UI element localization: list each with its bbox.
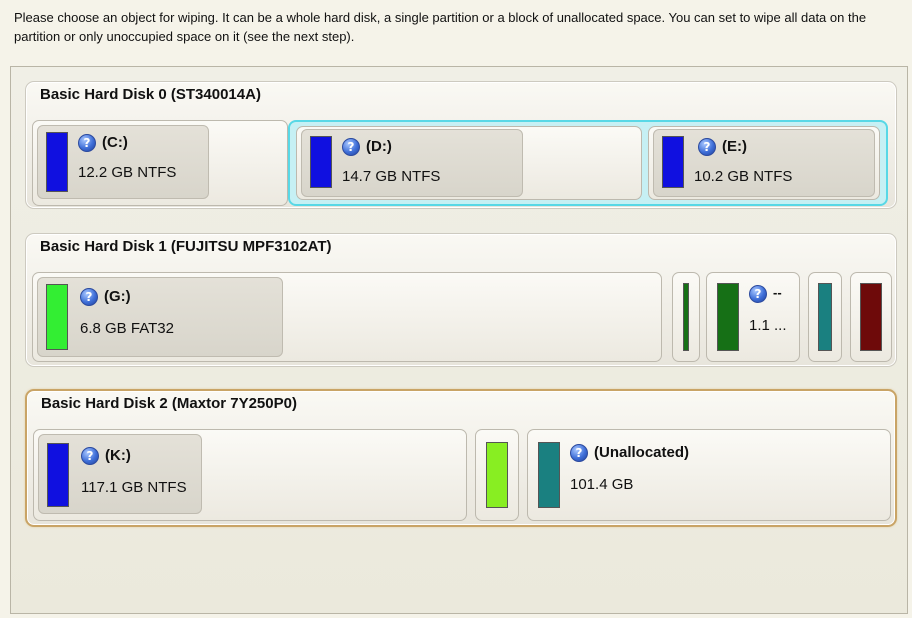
partition-slot-unallocated[interactable]: ? (Unallocated) 101.4 GB <box>527 429 891 521</box>
partition-label: (E:) <box>722 138 747 155</box>
partition-c[interactable]: ? (C:) 12.2 GB NTFS <box>37 125 209 199</box>
partition-slot-d[interactable]: ? (D:) 14.7 GB NTFS <box>296 126 642 200</box>
extended-partition[interactable]: ? (D:) 14.7 GB NTFS ? (E:) 10.2 GB NTFS <box>288 120 888 206</box>
partition-g[interactable]: ? (G:) 6.8 GB FAT32 <box>37 277 283 357</box>
instructions-text: Please choose an object for wiping. It c… <box>14 10 867 44</box>
partition-info: 101.4 GB <box>570 476 634 493</box>
disk-title: Basic Hard Disk 0 (ST340014A) <box>40 86 261 103</box>
partition-label: (D:) <box>366 138 392 155</box>
partition-info: 14.7 GB NTFS <box>342 168 441 185</box>
disk-1[interactable]: Basic Hard Disk 1 (FUJITSU MPF3102AT) ? … <box>25 233 897 367</box>
question-icon: ? <box>570 444 588 462</box>
ntfs-color-bar <box>46 132 68 192</box>
partition-info: 10.2 GB NTFS <box>694 168 793 185</box>
partition-slot-small-1[interactable] <box>672 272 700 362</box>
partition-info: 6.8 GB FAT32 <box>80 320 174 337</box>
partition-color-bar <box>860 283 882 351</box>
partition-slot-small-2[interactable] <box>808 272 842 362</box>
partition-slot-k[interactable]: ? (K:) 117.1 GB NTFS <box>33 429 467 521</box>
partition-slot-e[interactable]: ? (E:) 10.2 GB NTFS <box>648 126 880 200</box>
partition-color-bar <box>486 442 508 508</box>
question-icon: ? <box>80 288 98 306</box>
question-icon: ? <box>698 138 716 156</box>
disk-title: Basic Hard Disk 1 (FUJITSU MPF3102AT) <box>40 238 332 255</box>
disk-0[interactable]: Basic Hard Disk 0 (ST340014A) ? (C:) 12.… <box>25 81 897 209</box>
question-icon: ? <box>342 138 360 156</box>
partition-color-bar <box>818 283 832 351</box>
ntfs-color-bar <box>47 443 69 507</box>
ntfs-color-bar <box>310 136 332 188</box>
partition-label: (C:) <box>102 134 128 151</box>
partition-slot-g[interactable]: ? (G:) 6.8 GB FAT32 <box>32 272 662 362</box>
disk-2[interactable]: Basic Hard Disk 2 (Maxtor 7Y250P0) ? (K:… <box>25 389 897 527</box>
partition-k[interactable]: ? (K:) 117.1 GB NTFS <box>38 434 202 514</box>
partition-d[interactable]: ? (D:) 14.7 GB NTFS <box>301 129 523 197</box>
partition-info: 117.1 GB NTFS <box>81 479 187 496</box>
partition-color-bar <box>683 283 689 351</box>
question-icon: ? <box>749 285 767 303</box>
question-icon: ? <box>78 134 96 152</box>
partition-slot-unnamed[interactable]: ? -- 1.1 ... <box>706 272 800 362</box>
ntfs-color-bar <box>662 136 684 188</box>
partition-slot-small-4[interactable] <box>475 429 519 521</box>
partition-label: -- <box>773 285 782 300</box>
unallocated-color-bar <box>538 442 560 508</box>
partition-slot-small-3[interactable] <box>850 272 892 362</box>
partition-label: (Unallocated) <box>594 444 690 461</box>
disk-title: Basic Hard Disk 2 (Maxtor 7Y250P0) <box>41 395 297 412</box>
partition-label: (G:) <box>104 288 131 305</box>
disk-map-panel: Basic Hard Disk 0 (ST340014A) ? (C:) 12.… <box>10 66 908 614</box>
partition-e[interactable]: ? (E:) 10.2 GB NTFS <box>653 129 875 197</box>
partition-info: 12.2 GB NTFS <box>78 164 177 181</box>
partition-label: (K:) <box>105 447 131 464</box>
partition-slot-c[interactable]: ? (C:) 12.2 GB NTFS <box>32 120 288 206</box>
partition-info: 1.1 ... <box>749 317 787 334</box>
question-icon: ? <box>81 447 99 465</box>
partition-color-bar <box>717 283 739 351</box>
fat32-color-bar <box>46 284 68 350</box>
